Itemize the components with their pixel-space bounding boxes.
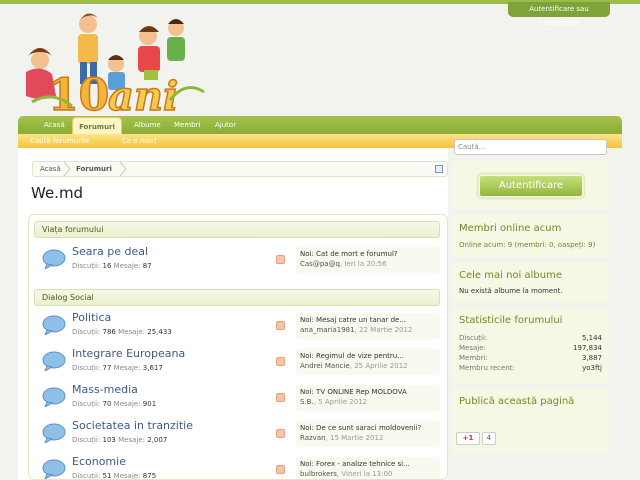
forum-title[interactable]: Mass-media xyxy=(72,383,138,396)
breadcrumb-home[interactable]: Acasă xyxy=(40,162,61,176)
last-post: Noi: Regimul de vize pentru... Andrei Ma… xyxy=(296,349,440,375)
rss-icon[interactable] xyxy=(276,465,285,474)
forum-stats-title: Statisticile forumului xyxy=(459,315,563,326)
login-register-tab[interactable]: Autentificare sau înregistrare xyxy=(508,2,610,27)
speech-bubble-icon xyxy=(42,459,66,479)
newest-member-link[interactable]: yo3ftj xyxy=(582,364,602,372)
forum-stats: Discuții: 70 Mesaje: 901 xyxy=(72,400,157,408)
jump-to-icon[interactable] xyxy=(435,165,443,173)
speech-bubble-icon xyxy=(42,387,66,407)
stat-row: Discuții: 5,144 xyxy=(459,334,602,342)
svg-text:ani: ani xyxy=(108,73,178,114)
nav-item-albums[interactable]: Albume xyxy=(134,116,161,134)
last-post-title[interactable]: Noi: De ce sunt saraci moldovenii? xyxy=(300,423,436,433)
forum-node: Politica Discuții: 786 Mesaje: 25,433 No… xyxy=(34,311,440,341)
last-post: Noi: TV ONLINE Rep MOLDOVA S.B., 5 April… xyxy=(296,385,440,411)
speech-bubble-icon xyxy=(42,423,66,443)
last-post-date: 15 Martie 2012 xyxy=(330,434,384,442)
last-post-author[interactable]: bulbrokers xyxy=(300,470,337,478)
search-input[interactable]: Caută... xyxy=(454,139,607,155)
sidebar-latest-albums: Cele mai noi albume Nu există albume la … xyxy=(452,262,609,302)
last-post-author[interactable]: S.B. xyxy=(300,398,314,406)
rss-icon[interactable] xyxy=(276,357,285,366)
forum-title[interactable]: Societatea in tranzitie xyxy=(72,419,193,432)
last-post: Noi: Mesaj catre un tanar de... ana_mari… xyxy=(296,313,440,339)
forum-node: Economie Discuții: 51 Mesaje: 875 Noi: F… xyxy=(34,455,440,480)
stat-row: Mesaje: 197,834 xyxy=(459,344,602,352)
last-post: Noi: Forex - analize tehnice si... bulbr… xyxy=(296,457,440,479)
breadcrumb: Acasă Forumuri xyxy=(32,161,448,177)
subnav-whats-new[interactable]: Ce e nou? xyxy=(122,134,157,148)
last-post-title[interactable]: Noi: TV ONLINE Rep MOLDOVA xyxy=(300,387,436,397)
speech-bubble-icon xyxy=(42,249,66,269)
category-header[interactable]: Viața forumului xyxy=(34,221,440,238)
rss-icon[interactable] xyxy=(276,429,285,438)
last-post-date: 5 Aprilie 2012 xyxy=(318,398,368,406)
breadcrumb-forums[interactable]: Forumuri xyxy=(76,162,112,176)
breadcrumb-separator-icon xyxy=(119,162,127,176)
stat-row: Membru recent: yo3ftj xyxy=(459,364,602,372)
rss-icon[interactable] xyxy=(276,321,285,330)
last-post: Noi: De ce sunt saraci moldovenii? Razva… xyxy=(296,421,440,447)
last-post-author[interactable]: ana_maria1981 xyxy=(300,326,355,334)
last-post-date: 25 Aprilie 2012 xyxy=(354,362,408,370)
site-logo[interactable]: 10 ani xyxy=(20,6,215,114)
share-page-title: Publică această pagină xyxy=(459,396,575,407)
forum-node: Societatea in tranzitie Discuții: 103 Me… xyxy=(34,419,440,449)
breadcrumb-separator-icon xyxy=(63,162,71,176)
forum-list: Viața forumului Seara pe deal Discuții: … xyxy=(28,214,448,480)
last-post-author[interactable]: Razvan xyxy=(300,434,326,442)
last-post: Noi: Cat de mort e forumul? Cas@pa@q, Ie… xyxy=(296,247,440,273)
forum-node: Seara pe deal Discuții: 16 Mesaje: 87 No… xyxy=(34,245,440,275)
online-members-count[interactable]: Online acum: 9 (membri: 0, oaspeți: 9) xyxy=(459,241,595,249)
forum-stats: Discuții: 77 Mesaje: 3,617 xyxy=(72,364,163,372)
main-navigation: Acasă Forumuri Albume Membri Ajutor xyxy=(18,116,622,135)
forum-node: Mass-media Discuții: 70 Mesaje: 901 Noi:… xyxy=(34,383,440,413)
speech-bubble-icon xyxy=(42,315,66,335)
forum-node: Integrare Europeana Discuții: 77 Mesaje:… xyxy=(34,347,440,377)
stat-row: Membri: 3,887 xyxy=(459,354,602,362)
last-post-title[interactable]: Noi: Regimul de vize pentru... xyxy=(300,351,436,361)
last-post-date: Ieri la 20:56 xyxy=(344,260,387,268)
login-button[interactable]: Autentificare xyxy=(478,174,584,198)
last-post-date: Vineri la 13:00 xyxy=(341,470,393,478)
online-members-title: Membri online acum xyxy=(459,223,562,234)
forum-title[interactable]: Seara pe deal xyxy=(72,245,148,258)
page-title: We.md xyxy=(31,184,84,202)
forum-stats: Discuții: 786 Mesaje: 25,433 xyxy=(72,328,172,336)
latest-albums-title: Cele mai noi albume xyxy=(459,270,562,281)
nav-item-forums[interactable]: Forumuri xyxy=(72,117,122,135)
nav-item-home[interactable]: Acasă xyxy=(44,116,65,134)
forum-stats: Discuții: 51 Mesaje: 875 xyxy=(72,472,157,480)
sidebar-online-members: Membri online acum Online acum: 9 (membr… xyxy=(452,215,609,257)
last-post-date: 22 Martie 2012 xyxy=(359,326,413,334)
last-post-title[interactable]: Noi: Mesaj catre un tanar de... xyxy=(300,315,436,325)
rss-icon[interactable] xyxy=(276,393,285,402)
latest-albums-text: Nu există albume la moment. xyxy=(459,287,563,295)
sidebar-forum-stats: Statisticile forumului Discuții: 5,144 Me… xyxy=(452,307,609,383)
main-content: Acasă Forumuri We.md Viața forumului Sea… xyxy=(18,148,448,480)
svg-text:10: 10 xyxy=(48,70,109,114)
google-plus-button[interactable]: +1 xyxy=(456,432,480,445)
last-post-title[interactable]: Noi: Cat de mort e forumul? xyxy=(300,249,436,259)
category-header[interactable]: Dialog Social xyxy=(34,289,440,306)
nav-item-members[interactable]: Membri xyxy=(174,116,200,134)
forum-title[interactable]: Politica xyxy=(72,311,111,324)
last-post-author[interactable]: Cas@pa@q xyxy=(300,260,340,268)
rss-icon[interactable] xyxy=(276,255,285,264)
nav-item-help[interactable]: Ajutor xyxy=(215,116,236,134)
last-post-title[interactable]: Noi: Forex - analize tehnice si... xyxy=(300,459,436,469)
last-post-author[interactable]: Andrei Mancie xyxy=(300,362,350,370)
forum-title[interactable]: Economie xyxy=(72,455,126,468)
subnav-search-forums[interactable]: Caută forumurile xyxy=(30,134,89,148)
forum-stats: Discuții: 103 Mesaje: 2,007 xyxy=(72,436,168,444)
share-count: 4 xyxy=(482,432,496,445)
forum-stats: Discuții: 16 Mesaje: 87 xyxy=(72,262,152,270)
forum-title[interactable]: Integrare Europeana xyxy=(72,347,185,360)
speech-bubble-icon xyxy=(42,351,66,371)
